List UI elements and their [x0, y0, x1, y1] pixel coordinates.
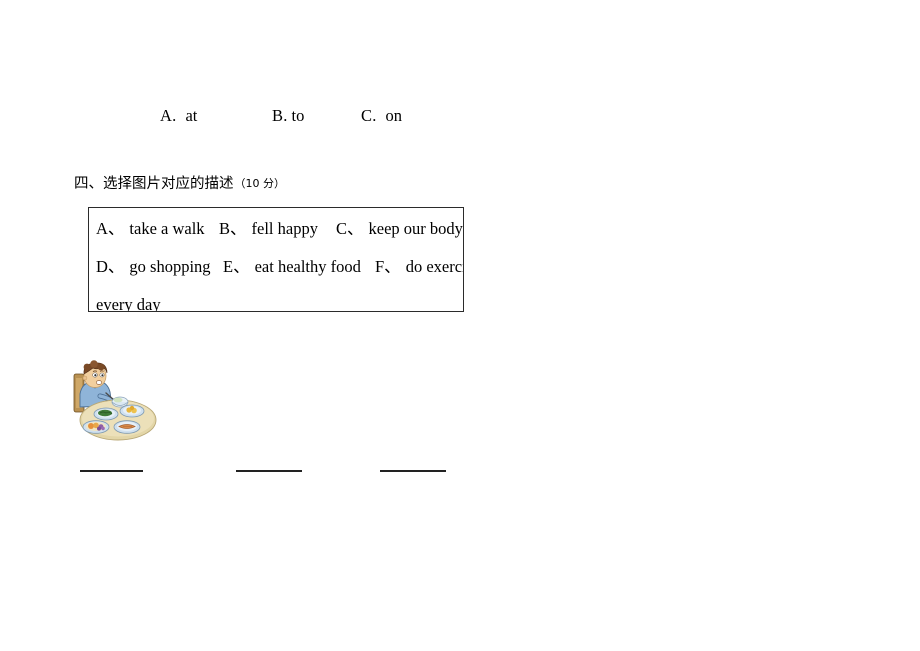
mc-option-c-text: on: [385, 106, 403, 125]
mc-option-b[interactable]: B. to: [272, 104, 361, 128]
mc-option-b-text: to: [291, 106, 305, 125]
mc-option-a-label: A.: [160, 106, 177, 125]
mc-option-a[interactable]: A. at: [160, 104, 272, 128]
boy-eating-meal-illustration: [68, 358, 158, 444]
word-bank-box: A、 take a walk B、 fell happy C、 keep our body…: [88, 207, 464, 312]
answer-blank-3[interactable]: [380, 470, 446, 472]
mc-option-c[interactable]: C. on: [361, 104, 461, 128]
word-bank-item-e-mark: E、: [223, 257, 250, 276]
word-bank-item-d-text: go shopping: [129, 257, 211, 276]
word-bank-item-f[interactable]: F、do exercise: [375, 254, 463, 280]
mc-option-a-text: at: [185, 106, 198, 125]
word-bank-item-a-text: take a walk: [129, 219, 205, 238]
word-bank-item-e-text: eat healthy food: [254, 257, 361, 276]
word-bank-item-b-text: fell happy: [251, 219, 318, 238]
word-bank-item-b-mark: B、: [219, 219, 247, 238]
word-bank-item-c[interactable]: C、 keep our body c: [336, 216, 464, 242]
section-heading-points: （10 分）: [234, 177, 286, 190]
word-bank-item-a[interactable]: A、 take a walk: [96, 216, 219, 242]
word-bank-item-c-text: keep our body c: [368, 219, 464, 238]
word-bank-item-f-text: do exercise: [405, 257, 463, 276]
answer-blank-2[interactable]: [236, 470, 302, 472]
multiple-choice-option-line: A. at B. to C. on: [160, 104, 580, 128]
mc-option-c-label: C.: [361, 106, 377, 125]
mc-option-b-label: B.: [272, 106, 288, 125]
word-bank-item-b[interactable]: B、 fell happy: [219, 216, 336, 242]
word-bank-item-e[interactable]: E、 eat healthy food: [223, 254, 375, 280]
word-bank-item-a-mark: A、: [96, 219, 125, 238]
section-heading-title: 四、选择图片对应的描述: [74, 176, 234, 192]
section-heading: 四、选择图片对应的描述（10 分）: [74, 173, 285, 195]
word-bank-item-c-mark: C、: [336, 219, 364, 238]
word-bank-row-1: A、 take a walk B、 fell happy C、 keep our body…: [96, 216, 464, 242]
answer-blank-1[interactable]: [80, 470, 143, 472]
word-bank-item-f-mark: F、: [375, 257, 401, 276]
word-bank-row-2: D、 go shopping E、 eat healthy food F、 do exer…: [96, 254, 463, 280]
word-bank-row-3: every day: [96, 295, 161, 312]
word-bank-item-d[interactable]: D、 go shopping: [96, 254, 223, 280]
word-bank-item-d-mark: D、: [96, 257, 125, 276]
worksheet-page: A. at B. to C. on 四、选择图片对应的描述（10 分） A、 take a …: [0, 0, 920, 651]
